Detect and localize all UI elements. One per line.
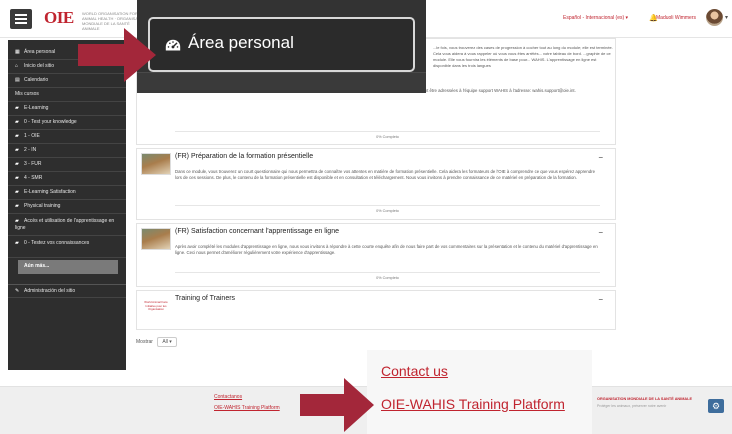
sidebar-item-label: Área personal	[24, 49, 56, 55]
sidebar-item-e-learning-satisfaction[interactable]: ▰ E-Learning Satisfaction	[8, 186, 126, 200]
sidebar-item-my-courses[interactable]: Mis cursos	[8, 88, 126, 102]
collapse-section-icon[interactable]: −	[598, 295, 603, 304]
sidebar-item-fur[interactable]: ▰ 3 - FUR	[8, 158, 126, 172]
collapse-section-icon[interactable]: −	[598, 153, 603, 162]
home-icon: ⌂	[15, 63, 19, 69]
arrow-to-platform-link-icon	[300, 378, 374, 432]
section-body: Après avoir complété les modules d'appre…	[175, 244, 598, 255]
callout-platform-link[interactable]: OIE-WAHIS Training Platform	[381, 396, 565, 412]
sidebar-item-smr[interactable]: ▰ 4 - SMR	[8, 172, 126, 186]
section-thumbnail	[141, 153, 171, 175]
callout-area-personal-item[interactable]: Área personal	[148, 17, 415, 72]
progress-label: 0% Completo	[175, 272, 600, 280]
sidebar-item-label: E-Learning	[24, 105, 49, 111]
show-label: Mostrar	[136, 339, 153, 345]
footer-org-tagline: Protéger les animaux, préserver notre av…	[597, 404, 667, 408]
course-icon: ▰	[15, 133, 19, 139]
footer-platform-link[interactable]: OIE-WAHIS Training Platform	[214, 405, 280, 411]
sidebar-item-label: 3 - FUR	[24, 161, 42, 167]
menu-toggle-icon[interactable]	[10, 9, 32, 29]
course-icon: ▰	[15, 119, 19, 125]
course-icon: ▰	[15, 161, 19, 167]
sidebar-item-label: Inicio del sitio	[24, 63, 55, 69]
course-section[interactable]: (FR) Satisfaction concernant l'apprentis…	[136, 223, 616, 287]
sidebar-item-label: E-Learning Satisfaction	[24, 189, 76, 195]
sidebar-item-testez-connaissances[interactable]: ▰ 0 - Testez vos connaissances	[8, 236, 126, 258]
course-icon: ▰	[15, 240, 19, 246]
sidebar-item-label: 1 - OIE	[24, 133, 40, 139]
arrow-to-area-personal-icon	[78, 28, 156, 82]
section-title[interactable]: Training of Trainers	[175, 295, 235, 302]
section-body-fragment: ...le fois, vous trouverez des cases de …	[433, 45, 613, 68]
sidebar-more-button[interactable]: Aún más...	[18, 260, 118, 274]
callout-contact-link[interactable]: Contact us	[381, 363, 448, 379]
callout-strip	[137, 72, 426, 93]
section-body: Dans ce module, vous trouverez un court …	[175, 169, 595, 180]
sidebar-item-label: 4 - SMR	[24, 175, 43, 181]
settings-icon[interactable]: ⚙	[708, 399, 724, 413]
section-title[interactable]: (FR) Satisfaction concernant l'apprentis…	[175, 228, 339, 235]
oie-logo[interactable]: OIE	[44, 8, 74, 28]
user-menu-caret-icon[interactable]: ▾	[725, 14, 728, 21]
progress-label: 0% Completo	[175, 205, 600, 213]
progress-label: 0% Completo	[175, 131, 600, 139]
footer-contact-link[interactable]: Contactanos	[214, 394, 242, 400]
course-icon: ▰	[15, 175, 19, 181]
section-title[interactable]: (FR) Préparation de la formation présent…	[175, 153, 313, 160]
sidebar-item-label: Accès et utilisation de l'apprentissage …	[15, 218, 115, 231]
sidebar-item-label: Calendario	[24, 77, 49, 83]
language-selector[interactable]: Español - Internacional (es) ▾	[563, 15, 628, 21]
callout-area-personal-label: Área personal	[188, 33, 294, 52]
sidebar-item-label: 0 - Testez vos connaissances	[24, 240, 90, 246]
sidebar-item-test-knowledge[interactable]: ▰ 0 - Test your knowledge	[8, 116, 126, 130]
sidebar-nav: ▦ Área personal ⌂ Inicio del sitio ▤ Calend…	[8, 40, 126, 370]
section-thumbnail: World Animal Fans Initiative pour les Or…	[144, 300, 168, 311]
sidebar-item-label: Administración del sitio	[24, 288, 76, 294]
footer-org-name: ORGANISATION MONDIALE DE LA SANTÉ ANIMAL…	[597, 397, 692, 401]
course-icon: ▰	[15, 189, 19, 195]
sidebar-item-in[interactable]: ▰ 2 - IN	[8, 144, 126, 158]
sidebar-item-physical-training[interactable]: ▰ Physical training	[8, 200, 126, 214]
show-select[interactable]: All ▾	[157, 337, 177, 347]
collapse-section-icon[interactable]: −	[598, 228, 603, 237]
calendar-icon: ▤	[15, 77, 20, 83]
dashboard-icon	[165, 39, 181, 51]
sidebar-item-acces-utilisation[interactable]: ▰ Accès et utilisation de l'apprentissage…	[8, 214, 126, 236]
user-name[interactable]: Maduoli Wimmers	[656, 15, 696, 21]
sidebar-item-label: 2 - IN	[24, 147, 37, 153]
sidebar-item-label: Physical training	[24, 203, 61, 209]
sidebar-item-label: 0 - Test your knowledge	[24, 119, 77, 125]
section-thumbnail	[141, 228, 171, 250]
sidebar-item-label: Mis cursos	[15, 91, 39, 97]
course-section[interactable]: World Animal Fans Initiative pour les Or…	[136, 290, 616, 330]
course-section[interactable]: (FR) Préparation de la formation présent…	[136, 148, 616, 220]
course-icon: ▰	[15, 218, 19, 224]
course-icon: ▰	[15, 203, 19, 209]
wrench-icon: ✎	[15, 288, 20, 294]
course-icon: ▰	[15, 147, 19, 153]
sidebar-item-site-admin[interactable]: ✎ Administración del sitio	[8, 284, 126, 298]
sidebar-item-oie[interactable]: ▰ 1 - OIE	[8, 130, 126, 144]
sidebar-item-e-learning[interactable]: ▰ E-Learning	[8, 102, 126, 116]
user-avatar[interactable]	[706, 9, 723, 26]
dashboard-icon: ▦	[15, 49, 20, 55]
show-row: Mostrar All ▾	[136, 337, 177, 347]
course-icon: ▰	[15, 105, 19, 111]
